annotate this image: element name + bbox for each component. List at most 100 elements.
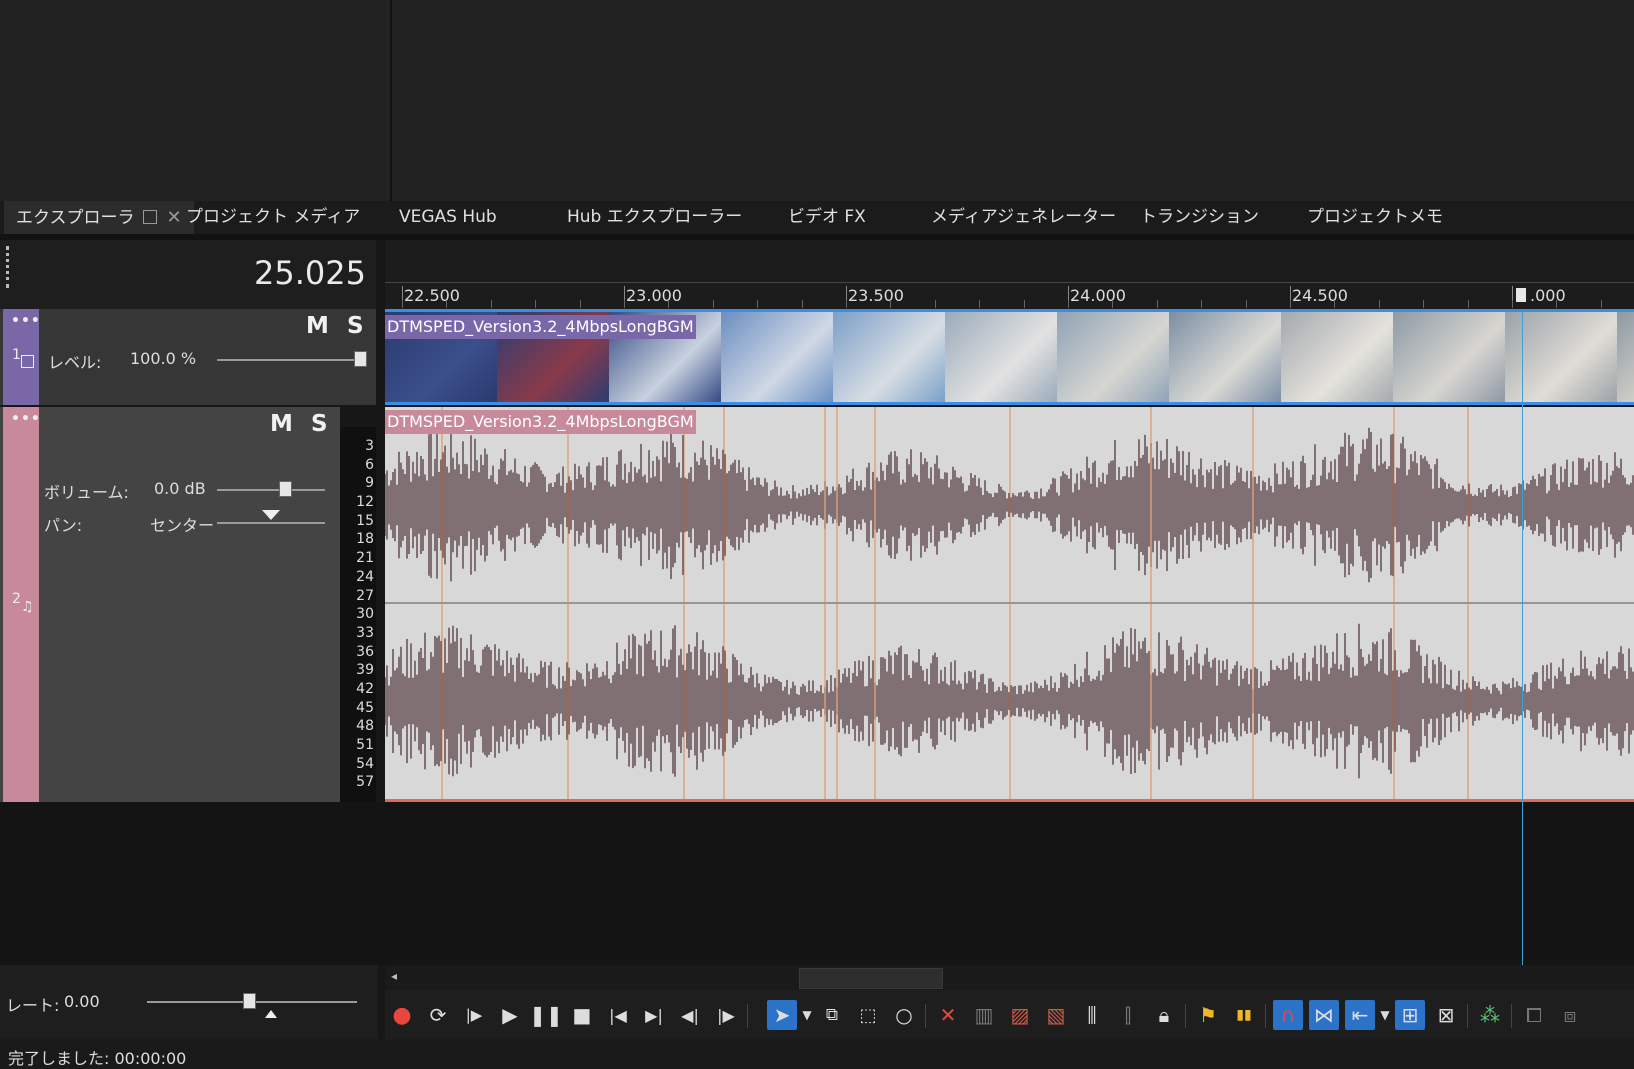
pan-value[interactable]: センター: [150, 512, 214, 536]
video-clip-name[interactable]: DTMSPED_Version3.2_4MbpsLongBGM: [385, 315, 696, 339]
tab-project-memo[interactable]: プロジェクトメモ: [1307, 201, 1443, 234]
lock-envelopes-button[interactable]: ⊞: [1395, 1000, 1425, 1030]
group-button[interactable]: ⧠: [1519, 1000, 1549, 1030]
timecode-display[interactable]: 25.025: [254, 254, 366, 292]
tab-transition[interactable]: トランジション: [1140, 201, 1259, 234]
video-thumbnail-frame: [721, 312, 834, 402]
ruler-minor-tick: [890, 300, 891, 308]
rate-slider-thumb[interactable]: [243, 993, 256, 1009]
edit-tool-dropdown-icon[interactable]: ▼: [799, 1000, 815, 1030]
audio-level-meter: 3 6 9 12 15 18 21 24 27 30 33 36 39 42 45 48 51 54 57: [340, 427, 376, 802]
toolbar-separator: [1185, 1004, 1186, 1028]
envelope-tool-button[interactable]: ⧉: [817, 1000, 847, 1030]
track-menu-icon[interactable]: •••: [11, 313, 41, 329]
video-thumbnail-frame: [1057, 312, 1170, 402]
transport-toolbar: ● ⟳ |▶ ▶ ❚❚ ■ |◀ ▶| ◀| |▶ ➤ ▼ ⧉ ⬚ ○ ✕ ▥ …: [385, 990, 1634, 1039]
play-button[interactable]: ▶: [495, 1000, 525, 1030]
meter-scale-label: 6: [365, 456, 374, 473]
volume-slider-thumb[interactable]: [279, 481, 292, 497]
audio-waveform: [385, 407, 1634, 799]
tab-media-generator[interactable]: メディアジェネレーター: [931, 201, 1116, 234]
audio-clip-name[interactable]: DTMSPED_Version3.2_4MbpsLongBGM: [385, 410, 696, 434]
playhead-cursor[interactable]: [1522, 309, 1523, 965]
top-left-panel: [0, 0, 390, 201]
tab-video-fx[interactable]: ビデオ FX: [788, 201, 866, 234]
rate-value[interactable]: 0.00: [64, 992, 100, 1011]
volume-slider[interactable]: [217, 489, 325, 491]
stop-button[interactable]: ■: [567, 1000, 597, 1030]
solo-button[interactable]: S: [347, 313, 364, 339]
tab-explorer-label: エクスプローラ: [16, 208, 135, 228]
ignore-event-grouping-button[interactable]: ⊠: [1431, 1000, 1461, 1030]
meter-scale-label: 9: [365, 475, 374, 492]
toolbar-separator: [1265, 1004, 1266, 1028]
level-slider[interactable]: [217, 359, 367, 361]
close-icon[interactable]: ✕: [167, 201, 182, 234]
volume-value[interactable]: 0.0 dB: [154, 479, 206, 498]
tab-vegas-hub[interactable]: VEGAS Hub: [399, 201, 497, 234]
delete-button[interactable]: ✕: [933, 1000, 963, 1030]
time-ruler[interactable]: 22.500 23.000 23.500 24.000 24.500 .000: [385, 240, 1634, 309]
empty-track-area[interactable]: [0, 802, 1634, 965]
ruler-minor-tick: [535, 300, 536, 308]
play-from-start-button[interactable]: |▶: [459, 1000, 489, 1030]
lock-icon[interactable]: 🔒︎: [1149, 1000, 1179, 1030]
meter-scale-label: 39: [356, 662, 374, 679]
tab-explorer[interactable]: エクスプローラ ✕: [4, 201, 194, 234]
timeline-scrollbar[interactable]: ◂: [385, 965, 1634, 990]
split-button[interactable]: ⫼: [1077, 1000, 1107, 1030]
pan-slider[interactable]: [217, 522, 325, 524]
cursor-marker-icon[interactable]: [1516, 288, 1526, 302]
nest-button[interactable]: ⧈: [1555, 1000, 1585, 1030]
track-menu-icon[interactable]: •••: [11, 411, 41, 427]
scrollbar-thumb[interactable]: [799, 968, 943, 989]
audio-track-header[interactable]: ••• 2 ♫ M S ボリューム: 0.0 dB パン: センター: [0, 407, 340, 802]
ruler-minor-tick: [1246, 300, 1247, 308]
previous-frame-button[interactable]: ◀|: [675, 1000, 705, 1030]
auto-ripple-button[interactable]: ⇤: [1345, 1000, 1375, 1030]
solo-button[interactable]: S: [311, 411, 328, 437]
go-to-end-button[interactable]: ▶|: [639, 1000, 669, 1030]
insert-region-button[interactable]: ▮▮: [1229, 1000, 1259, 1030]
meter-scale-label: 30: [356, 606, 374, 623]
rate-label: レート:: [6, 996, 60, 1015]
zoom-tool-button[interactable]: ○: [889, 1000, 919, 1030]
level-slider-thumb[interactable]: [354, 351, 367, 367]
mute-button[interactable]: M: [306, 313, 329, 339]
trim-start-button[interactable]: ▨: [1005, 1000, 1035, 1030]
ripple-dropdown-icon[interactable]: ▼: [1377, 1000, 1393, 1030]
meter-scale-label: 48: [356, 718, 374, 735]
record-button[interactable]: ●: [387, 1000, 417, 1030]
ruler-minor-tick: [446, 300, 447, 308]
video-track-header[interactable]: ••• 1 M S レベル: 100.0 %: [0, 309, 376, 405]
tab-project-media[interactable]: プロジェクト メディア: [186, 201, 360, 234]
trim-button[interactable]: ▥: [969, 1000, 999, 1030]
selection-tool-button[interactable]: ⬚: [853, 1000, 883, 1030]
video-thumbnail-frame: [1617, 312, 1634, 402]
next-frame-button[interactable]: |▶: [711, 1000, 741, 1030]
go-to-start-button[interactable]: |◀: [603, 1000, 633, 1030]
normal-edit-tool-button[interactable]: ➤: [767, 1000, 797, 1030]
window-icon[interactable]: [142, 210, 157, 224]
scroll-left-icon[interactable]: ◂: [391, 969, 397, 983]
ungroup-button[interactable]: ⫿: [1113, 1000, 1143, 1030]
pan-slider-thumb[interactable]: [262, 510, 280, 520]
toolbar-separator: [1511, 1004, 1512, 1028]
mute-button[interactable]: M: [270, 411, 293, 437]
snapping-magnet-icon[interactable]: ∩: [1273, 1000, 1303, 1030]
auto-crossfade-button[interactable]: ⋈: [1309, 1000, 1339, 1030]
grip-handle-icon[interactable]: [6, 246, 13, 288]
ruler-minor-tick: [1112, 300, 1113, 308]
audio-track-lane[interactable]: DTMSPED_Version3.2_4MbpsLongBGM: [385, 407, 1634, 802]
status-text: 完了しました: 00:00:00: [8, 1049, 187, 1068]
ruler-minor-tick: [1468, 300, 1469, 308]
insert-marker-button[interactable]: ⚑: [1193, 1000, 1223, 1030]
meter-scale-label: 33: [356, 624, 374, 641]
level-value[interactable]: 100.0 %: [130, 349, 196, 368]
loop-playback-button[interactable]: ⟳: [423, 1000, 453, 1030]
color-match-button[interactable]: ⁂: [1475, 1000, 1505, 1030]
tab-hub-explorer[interactable]: Hub エクスプローラー: [567, 201, 742, 234]
pause-button[interactable]: ❚❚: [529, 1000, 563, 1030]
trim-end-button[interactable]: ▧: [1041, 1000, 1071, 1030]
video-track-lane[interactable]: DTMSPED_Version3.2_4MbpsLongBGM: [385, 309, 1634, 405]
